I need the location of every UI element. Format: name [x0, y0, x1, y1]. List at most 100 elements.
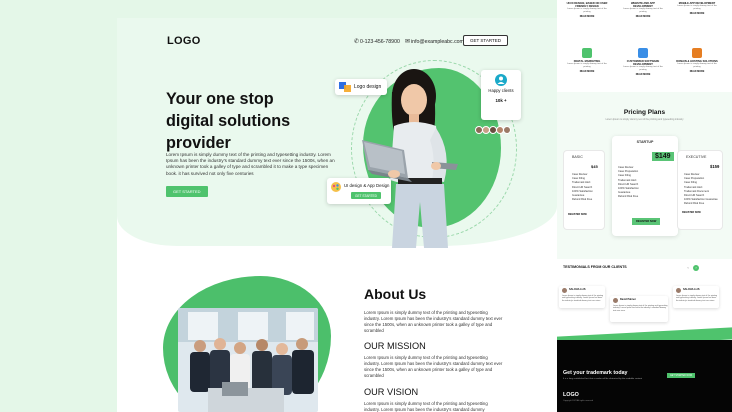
phone-number: 0-123-456-78900 [360, 39, 400, 45]
logo-design-label: Logo design [354, 84, 382, 90]
plan-features: Case Review Case Preparation Case Filing… [684, 173, 718, 207]
plan-price: $45 [588, 163, 601, 170]
logo-design-icon [339, 82, 351, 92]
service-desc: Lorem Ipsum is simply dummy text of the … [567, 8, 607, 13]
footer-copyright: Copyright 2023 All rights reserved [563, 400, 594, 402]
next-arrow-icon[interactable]: › [693, 265, 699, 271]
read-more-link[interactable]: READ MORE [621, 15, 665, 18]
logo-design-card[interactable]: Logo design [335, 79, 387, 95]
plan-name: STARTUP [636, 140, 654, 144]
plan-basic-card[interactable]: BASIC $45 Case Review Case Filing Tradem… [563, 150, 605, 230]
service-card[interactable]: DIGITAL MARKETING Lorem Ipsum is simply … [565, 48, 609, 73]
hero-title-line: digital solutions [166, 112, 291, 130]
about-text: Lorem Ipsum is simply dummy text of the … [364, 310, 503, 334]
testimonial-name: SALOHA LLIS [683, 288, 700, 291]
vision-title: OUR VISION [364, 387, 419, 397]
vision-text: Lorem Ipsum is simply dummy text of the … [364, 401, 488, 412]
plan-features: Case Review Case Preparation Case Filing… [618, 166, 639, 200]
header-get-started-button[interactable]: GET STARTED [462, 35, 508, 46]
pricing-subtitle: Lorem Ipsum is simply dummy text of the … [605, 118, 684, 121]
read-more-link[interactable]: READ MORE [565, 15, 609, 18]
read-more-link[interactable]: READ MORE [621, 73, 665, 76]
happy-clients-card: Happy clients 10k + [481, 70, 521, 120]
footer-title: Get your trademark today [563, 370, 628, 376]
testimonial-card[interactable]: David Palmer Lorem Ipsum is simply dummy… [610, 296, 668, 322]
plan-executive-card[interactable]: EXECUTIVE $159 Case Review Case Preparat… [677, 150, 723, 230]
testimonial-card[interactable]: SALOHA LLIS Lorem Ipsum is simply dummy … [673, 286, 719, 308]
hero-title-line: provider [166, 134, 231, 152]
feature-item: Refund Risk Free [618, 195, 639, 199]
site-footer: Get your trademark today It is a long es… [557, 340, 732, 412]
plan-name: EXECUTIVE [686, 155, 707, 159]
testimonials-title: TESTIMONIALS FROM OUR CLIENTS [563, 265, 627, 269]
mission-title: OUR MISSION [364, 341, 426, 351]
email-address: info@exampleabc.com [411, 39, 464, 45]
testimonial-text: Lorem Ipsum is simply dummy text of the … [676, 295, 718, 302]
testimonial-name: SALOHA LLIS [569, 288, 586, 291]
service-desc: Lorem Ipsum is simply dummy text of the … [677, 5, 717, 10]
pricing-title: Pricing Plans [623, 109, 666, 116]
feature-item: Refund Risk Free [684, 202, 705, 206]
register-now-link[interactable]: REGISTER NOW [682, 211, 701, 214]
hosting-icon [692, 48, 702, 58]
ui-app-design-card[interactable]: UI design & App Design GET STARTED [327, 178, 391, 204]
testimonial-text: Lorem Ipsum is simply dummy text of the … [562, 295, 604, 302]
phone-icon: ✆ [354, 39, 360, 45]
service-desc: Lorem Ipsum is simply dummy text of the … [677, 63, 717, 68]
service-card[interactable]: WEBSITE AND APP DEVELOPMENT Lorem Ipsum … [621, 2, 665, 18]
read-more-link[interactable]: READ MORE [675, 70, 719, 73]
footer-get-started-button[interactable]: GET STARTED NOW [667, 373, 696, 378]
hero-description: Lorem Ipsum is simply dummy text of the … [166, 152, 335, 176]
palette-icon [331, 182, 341, 192]
ui-app-design-label: UI design & App Design [344, 183, 390, 188]
service-desc: Lorem Ipsum is simply dummy text of the … [567, 63, 607, 68]
marketing-icon [582, 48, 592, 58]
site-header: LOGO ✆0-123-456-78900 ✉info@exampleabc.c… [167, 35, 508, 49]
mission-text: Lorem Ipsum is simply dummy text of the … [364, 355, 503, 379]
testimonial-text: Lorem Ipsum is simply dummy text of the … [613, 305, 668, 312]
register-now-link[interactable]: REGISTER NOW [568, 213, 587, 216]
team-photo [178, 308, 318, 412]
read-more-link[interactable]: READ MORE [565, 70, 609, 73]
ui-card-get-started-button[interactable]: GET STARTED [351, 192, 381, 199]
plan-price: $149 [652, 152, 674, 161]
testimonial-name: David Palmer [620, 298, 636, 301]
service-card[interactable]: CUSTOMIZED SOFTWARE DEVELOPMENT Lorem Ip… [621, 48, 665, 76]
email-contact[interactable]: ✉info@exampleabc.com [405, 38, 464, 45]
startup-register-button[interactable]: REGISTER NOW [632, 218, 661, 225]
feature-item: Refund Risk Free [572, 198, 593, 202]
client-avatars [475, 126, 511, 134]
about-title: About Us [364, 286, 427, 302]
plan-price: $159 [710, 164, 720, 169]
hero-title: Your one stop digital solutions provider [166, 88, 336, 154]
service-card[interactable]: UI/UX DESIGN, BASED ON USER FRIENDLY DES… [565, 2, 609, 18]
prev-arrow-icon[interactable]: ‹ [685, 265, 691, 271]
read-more-link[interactable]: READ MORE [675, 12, 719, 15]
service-card[interactable]: DOMAIN & HOSTING SOLUTIONS Lorem Ipsum i… [675, 48, 719, 73]
hero-title-line: Your one stop [166, 90, 274, 108]
mail-icon: ✉ [405, 39, 411, 45]
happy-clients-label: Happy clients [488, 88, 514, 93]
hero-get-started-button[interactable]: GET STARTED [166, 186, 208, 197]
avatar [562, 288, 567, 293]
happy-clients-count: 10k + [495, 98, 507, 103]
page-preview-strip: UI/UX DESIGN, BASED ON USER FRIENDLY DES… [557, 0, 732, 412]
avatar [613, 298, 618, 303]
phone-contact[interactable]: ✆0-123-456-78900 [354, 38, 400, 45]
user-icon [495, 74, 507, 86]
footer-logo[interactable]: LOGO [563, 392, 579, 398]
feature-item: 100% Satisfaction Guarantee [572, 189, 593, 198]
footer-subtitle: It is a long established fact that a rea… [563, 378, 643, 380]
service-desc: Lorem Ipsum is simply dummy text of the … [623, 66, 663, 71]
plan-name: BASIC [572, 155, 583, 159]
avatar [503, 126, 511, 134]
software-icon [638, 48, 648, 58]
service-desc: Lorem Ipsum is simply dummy text of the … [623, 8, 663, 13]
landing-page: LOGO ✆0-123-456-78900 ✉info@exampleabc.c… [117, 18, 557, 412]
avatar [676, 288, 681, 293]
testimonial-card[interactable]: SALOHA LLIS Lorem Ipsum is simply dummy … [559, 286, 605, 308]
site-logo[interactable]: LOGO [167, 35, 201, 47]
plan-startup-card[interactable]: STARTUP $149 Case Review Case Preparatio… [612, 136, 678, 236]
plan-features: Case Review Case Filing Trademark Alert … [572, 173, 604, 202]
service-card[interactable]: MOBILE APP DEVELOPMENT Lorem Ipsum is si… [675, 2, 719, 15]
